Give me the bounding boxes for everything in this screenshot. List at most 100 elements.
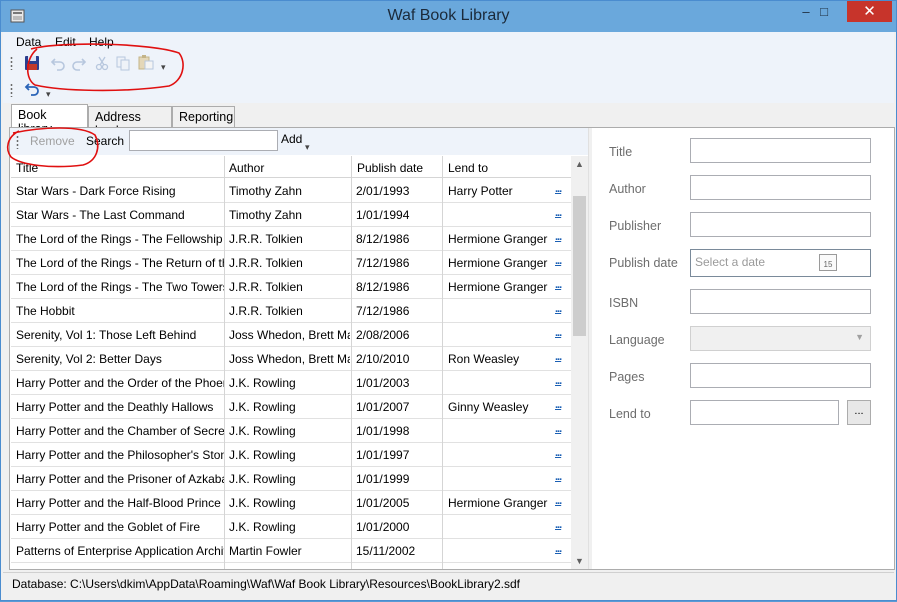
lend-to-field[interactable] [690,400,839,425]
cell-title: Serenity, Vol 1: Those Left Behind [16,328,197,342]
menu-data[interactable]: Data [16,35,41,49]
tab-book-library[interactable]: Book library [11,104,88,136]
cell-publish-date: 15/11/2002 [356,544,416,558]
close-button[interactable]: ✕ [847,1,892,22]
paste-icon[interactable] [138,54,154,70]
undo-toolbar-grip[interactable] [10,83,13,97]
lend-to-button[interactable]: ... [555,207,562,219]
lend-to-button[interactable]: ... [555,471,562,483]
language-label: Language [609,333,665,347]
table-row[interactable]: Patterns of Enterprise Application Archi… [11,539,571,563]
table-row[interactable]: Harry Potter and the Order of the Phoeni… [11,371,571,395]
search-label: Search [86,134,125,148]
menu-help[interactable]: Help [89,35,114,49]
column-header-publish-date[interactable]: Publish date [357,161,423,175]
isbn-field[interactable] [690,289,871,314]
status-bar: Database: C:\Users\dkim\AppData\Roaming\… [3,572,894,594]
search-input[interactable] [129,130,278,151]
cell-title: Harry Potter and the Order of the Phoeni… [16,376,224,390]
title-label: Title [609,145,633,159]
remove-button[interactable]: Remove [30,134,75,148]
cell-title: Patterns of Enterprise Application Archi… [16,544,224,558]
undo-overflow-icon[interactable]: ▾ [46,89,51,100]
app-window: Waf Book Library – □ ✕ Data Edit Help ▾ … [0,0,897,601]
lend-to-button[interactable]: ... [555,375,562,387]
lend-to-button[interactable]: ... [555,279,562,291]
cell-author: J.K. Rowling [229,496,296,510]
cell-author: J.R.R. Tolkien [229,304,303,318]
table-row[interactable]: Harry Potter and the Prisoner of Azkaban… [11,467,571,491]
lend-to-button[interactable]: ... [555,423,562,435]
table-row[interactable]: Harry Potter and the Half-Blood Prince J.… [11,491,571,515]
lend-to-button[interactable]: ... [555,255,562,267]
author-field[interactable] [690,175,871,200]
calendar-icon[interactable]: 15 [819,254,837,271]
lend-to-button[interactable]: ... [555,399,562,411]
redo-icon[interactable] [71,55,87,71]
lend-to-button[interactable]: ... [555,327,562,339]
menu-edit[interactable]: Edit [55,35,76,49]
publish-date-placeholder: Select a date [695,255,766,269]
table-row[interactable]: Harry Potter and the Deathly Hallows J.K.… [11,395,571,419]
add-button[interactable]: Add [281,132,302,146]
menu-bar: Data Edit Help [3,32,894,50]
cell-publish-date: 1/01/1999 [356,472,410,486]
lend-to-button[interactable]: ... [555,231,562,243]
grid-scrollbar[interactable]: ▲ ▼ [571,156,588,569]
column-header-lend-to[interactable]: Lend to [448,161,488,175]
publisher-field[interactable] [690,212,871,237]
tab-address-book[interactable]: Address book [88,106,172,138]
cell-publish-date: 1/01/2005 [356,496,410,510]
table-row[interactable]: The Hobbit J.R.R. Tolkien 7/12/1986... [11,299,571,323]
table-row[interactable]: Harry Potter and the Philosopher's Stone… [11,443,571,467]
lend-to-button[interactable]: ... [555,303,562,315]
tab-reporting[interactable]: Reporting [172,106,235,127]
cell-author: Joss Whedon, Brett Matthews [229,352,350,366]
table-row[interactable]: Star Wars - The Last Command Timothy Zahn… [11,203,571,227]
table-row[interactable]: The Lord of the Rings - The Two Towers J.… [11,275,571,299]
scroll-down-icon[interactable]: ▼ [571,553,588,569]
lend-to-button[interactable]: ... [555,183,562,195]
toolbar-area: ▾ ▾ [3,50,894,103]
cell-author: J.K. Rowling [229,376,296,390]
lend-to-button[interactable]: ... [555,351,562,363]
cut-icon[interactable] [94,55,110,71]
publish-date-picker[interactable]: Select a date 15 [690,249,871,277]
list-toolbar-grip[interactable] [16,135,19,149]
table-row[interactable]: Harry Potter and the Chamber of Secrets J… [11,419,571,443]
table-row[interactable]: The Lord of the Rings - The Return of th… [11,251,571,275]
lend-to-button[interactable]: ... [555,519,562,531]
cell-publish-date: 1/01/2003 [356,376,410,390]
toolbar-overflow-icon[interactable]: ▾ [161,62,166,73]
cell-lend-to: Hermione Granger [448,232,548,246]
cell-title: Harry Potter and the Deathly Hallows [16,400,214,414]
title-field[interactable] [690,138,871,163]
save-icon[interactable] [24,55,40,71]
table-row[interactable]: Harry Potter and the Goblet of Fire J.K. … [11,515,571,539]
table-row[interactable]: Serenity, Vol 2: Better Days Joss Whedon,… [11,347,571,371]
maximize-button[interactable]: □ [811,1,837,22]
undo-icon[interactable] [50,55,66,71]
scroll-thumb[interactable] [573,196,586,336]
column-header-title[interactable]: Title [16,161,38,175]
toolbar-grip[interactable] [10,56,13,70]
table-row[interactable]: The Lord of the Rings - The Fellowship J.… [11,227,571,251]
pages-field[interactable] [690,363,871,388]
cell-title: The Lord of the Rings - The Return of th… [16,256,224,270]
table-row[interactable]: Serenity, Vol 1: Those Left Behind Joss W… [11,323,571,347]
chevron-down-icon: ▼ [855,332,864,342]
list-toolbar-overflow-icon[interactable]: ▾ [305,142,310,153]
lend-to-button[interactable]: ... [555,543,562,555]
undo-icon[interactable] [24,81,40,97]
table-row[interactable]: Star Wars - Dark Force Rising Timothy Zah… [11,179,571,203]
language-combobox[interactable]: ▼ [690,326,871,351]
copy-icon[interactable] [115,55,131,71]
lend-to-browse-button[interactable]: ... [847,400,871,425]
lend-to-button[interactable]: ... [555,495,562,507]
column-header-author[interactable]: Author [229,161,264,175]
scroll-up-icon[interactable]: ▲ [571,156,588,172]
grid-header: Title Author Publish date Lend to [11,156,571,178]
lend-to-button[interactable]: ... [555,447,562,459]
splitter[interactable] [588,128,592,569]
cell-publish-date: 7/12/1986 [356,304,410,318]
